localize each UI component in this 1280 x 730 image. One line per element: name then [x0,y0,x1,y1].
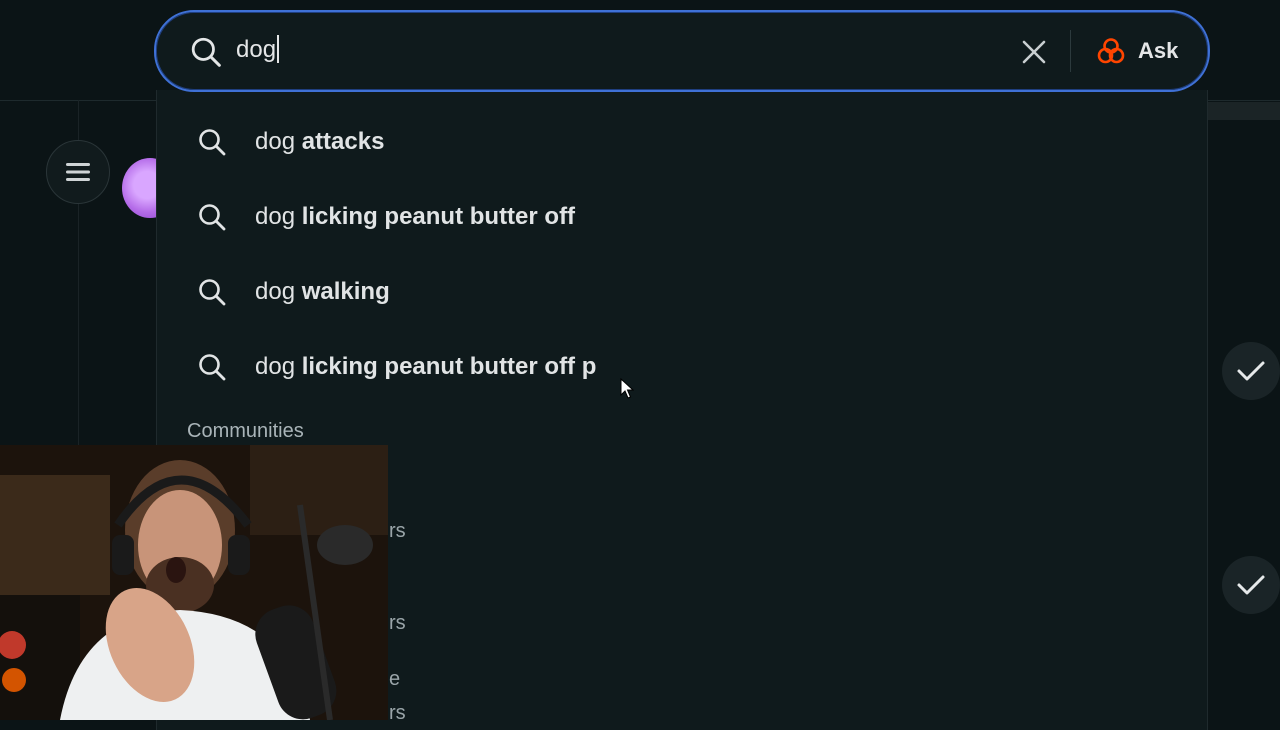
search-icon [195,125,229,159]
checkmark-icon [1237,361,1265,381]
webcam-overlay [0,445,388,720]
search-icon [190,36,222,73]
check-button[interactable] [1222,556,1280,614]
hamburger-menu-button[interactable] [46,140,110,204]
search-suggestion[interactable]: dog walking [195,267,390,317]
search-icon [195,200,229,234]
search-input[interactable]: dog [236,35,280,64]
mouse-cursor [620,378,634,399]
suggestion-label: dog licking peanut butter off p [255,353,597,380]
search-suggestion[interactable]: dog licking peanut butter off [195,192,575,242]
communities-heading: Communities [187,420,304,442]
search-suggestion[interactable]: dog attacks [195,117,384,167]
ask-label: Ask [1138,38,1179,63]
search-icon [195,350,229,384]
background-panel-edge [1207,102,1280,120]
check-button[interactable] [1222,342,1280,400]
search-divider [1070,30,1071,72]
community-item-fragment[interactable]: rs [389,612,406,635]
webcam-image [0,445,388,720]
clear-search-button[interactable] [1018,36,1050,68]
community-item-fragment[interactable]: rs [389,702,406,725]
text-caret [277,35,280,63]
community-item-fragment[interactable]: rs [389,520,406,543]
search-bar[interactable]: dog Ask [154,10,1210,92]
reddit-answers-icon [1097,38,1125,64]
search-suggestion[interactable]: dog licking peanut butter off p [195,342,596,392]
suggestion-label: dog walking [255,278,390,305]
close-icon [1022,40,1046,64]
hamburger-menu-icon [66,163,90,181]
suggestion-label: dog attacks [255,128,385,155]
search-icon [195,275,229,309]
ask-button[interactable]: Ask [1096,32,1178,70]
suggestion-label: dog licking peanut butter off [255,203,576,230]
community-item-fragment[interactable]: e [389,668,400,691]
checkmark-icon [1237,575,1265,595]
